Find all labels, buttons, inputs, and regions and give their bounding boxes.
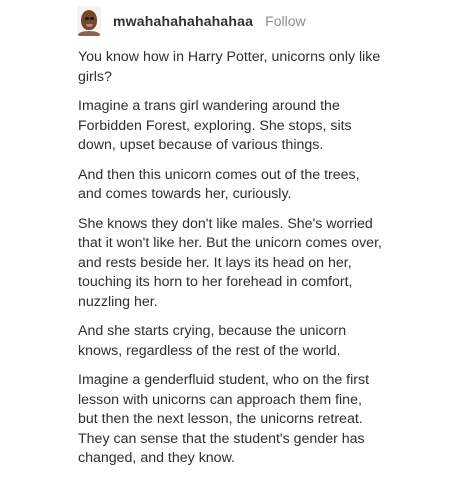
- post-paragraph-2: Imagine a trans girl wandering around th…: [78, 98, 352, 153]
- post-paragraph-4: She knows they don't like males. She's w…: [78, 215, 382, 310]
- avatar-base: [78, 31, 100, 36]
- follow-button[interactable]: Follow: [265, 13, 305, 29]
- avatar-right-eye: [90, 17, 94, 20]
- post-paragraph-3: And then this unicorn comes out of the t…: [78, 166, 360, 203]
- post-body: You know how in Harry Potter, unicorns o…: [78, 48, 418, 479]
- post-header: mwahahahahahahaa Follow: [77, 4, 306, 38]
- user-avatar-icon[interactable]: [77, 6, 101, 36]
- username[interactable]: mwahahahahahahaa: [113, 13, 253, 29]
- post-paragraph-5: And she starts crying, because the unico…: [78, 323, 347, 359]
- post-paragraph-6: Imagine a genderfluid student, who on th…: [78, 372, 370, 466]
- post-card: mwahahahahahahaa Follow You know how in …: [0, 0, 474, 482]
- avatar-left-eye: [85, 17, 89, 20]
- avatar-face: [81, 10, 97, 30]
- post-paragraph-1: You know how in Harry Potter, unicorns o…: [78, 49, 381, 85]
